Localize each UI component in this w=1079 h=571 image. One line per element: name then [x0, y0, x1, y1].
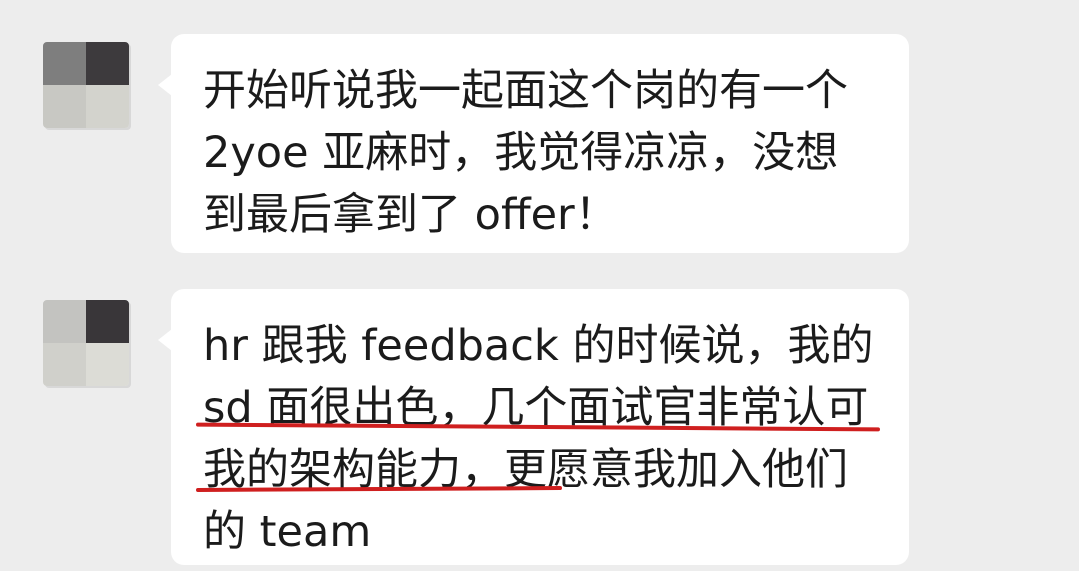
- message-line: 2yoe 亚麻时，我觉得凉凉，没想: [203, 128, 839, 178]
- message-bubble[interactable]: 开始听说我一起面这个岗的有一个 2yoe 亚麻时，我觉得凉凉，没想 到最后拿到了…: [158, 34, 909, 253]
- message-line: 的 team: [203, 507, 372, 557]
- message-text: hr 跟我 feedback 的时候说，我的 sd 面很出色，几个面试官非常认可…: [203, 315, 873, 563]
- message-line: 开始听说我一起面这个岗的有一个: [203, 66, 848, 116]
- avatar-icon[interactable]: [43, 300, 129, 386]
- avatar-icon[interactable]: [43, 42, 129, 128]
- message-line: 到最后拿到了 offer！: [203, 190, 618, 240]
- message-line: hr 跟我 feedback 的时候说，我的: [203, 321, 874, 371]
- message-text: 开始听说我一起面这个岗的有一个 2yoe 亚麻时，我觉得凉凉，没想 到最后拿到了…: [203, 60, 848, 246]
- chat-window: 开始听说我一起面这个岗的有一个 2yoe 亚麻时，我觉得凉凉，没想 到最后拿到了…: [0, 0, 1079, 571]
